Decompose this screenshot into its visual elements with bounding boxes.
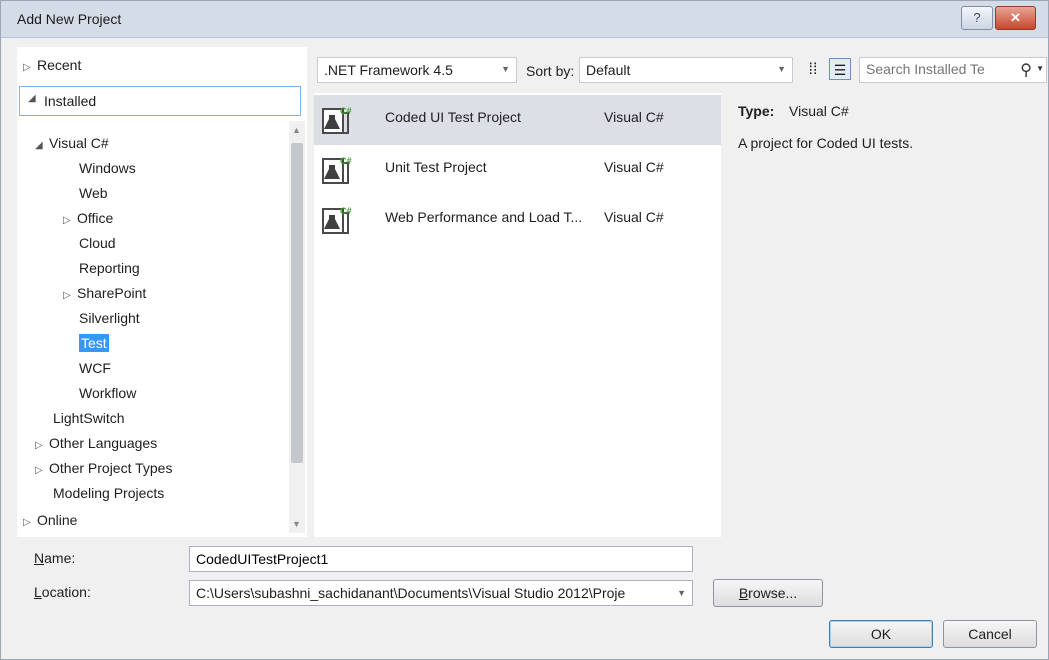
tree-node[interactable]: Test [79, 334, 109, 352]
type-value: Visual C# [789, 103, 849, 119]
search-input[interactable] [866, 61, 1006, 77]
tree-node-label: Visual C# [49, 135, 109, 151]
tree-node[interactable]: Web [79, 185, 108, 201]
tree-node[interactable]: Modeling Projects [53, 485, 164, 501]
tree-node-label: Workflow [79, 385, 137, 401]
small-icons-view-icon[interactable]: ⁞⁞ [802, 59, 824, 81]
online-node[interactable]: ▷ Online [23, 512, 77, 528]
scroll-up-icon[interactable]: ▲ [292, 125, 301, 135]
sort-select[interactable]: Default ▼ [579, 57, 793, 83]
template-details: Type: Visual C# A project for Coded UI t… [729, 93, 1039, 533]
svg-text:C#: C# [340, 206, 352, 216]
search-icon[interactable]: ⚲ [1020, 60, 1032, 80]
svg-text:C#: C# [340, 156, 352, 166]
chevron-down-icon: ▼ [501, 64, 510, 74]
chevron-down-icon[interactable]: ▼ [1036, 64, 1044, 73]
close-button[interactable]: ✕ [995, 6, 1036, 30]
category-tree: ◢ Visual C# Windows Web ▷ Office Cloud Reportin… [17, 121, 289, 533]
scroll-down-icon[interactable]: ▼ [292, 519, 301, 529]
location-label: Location: [34, 584, 91, 600]
tree-node-label: Web [79, 185, 108, 201]
test-flask-icon: C# [322, 206, 352, 234]
template-toolbar: .NET Framework 4.5 ▼ Sort by: Default ▼ … [317, 57, 1047, 85]
tree-node-label: Other Languages [49, 435, 158, 451]
collapse-arrow-icon[interactable]: ◢ [28, 93, 42, 104]
expand-arrow-icon[interactable]: ▷ [35, 440, 49, 451]
tree-node[interactable]: ▷ Other Project Types [35, 460, 172, 476]
tree-node[interactable]: WCF [79, 360, 111, 376]
expand-arrow-icon[interactable]: ▷ [23, 517, 37, 528]
template-row[interactable]: C# Coded UI Test Project Visual C# [314, 95, 721, 145]
list-view-icon[interactable]: ☰ [829, 58, 851, 80]
framework-select[interactable]: .NET Framework 4.5 ▼ [317, 57, 517, 83]
template-list: C# Coded UI Test Project Visual C# C# Unit T… [314, 93, 721, 537]
tree-node[interactable]: Cloud [79, 235, 116, 251]
tree-node[interactable]: ◢ Visual C# [35, 135, 109, 151]
scrollbar-thumb[interactable] [291, 143, 303, 463]
ok-button[interactable]: OK [829, 620, 933, 648]
test-flask-icon: C# [322, 156, 352, 184]
template-name: Web Performance and Load T... [385, 209, 583, 225]
tree-node[interactable]: ▷ Other Languages [35, 435, 157, 451]
tree-node-label: Silverlight [79, 310, 140, 326]
template-description: A project for Coded UI tests. [738, 135, 914, 151]
template-language: Visual C# [604, 159, 664, 175]
tree-node-label: LightSwitch [53, 410, 125, 426]
tree-node-label: Reporting [79, 260, 140, 276]
type-label: Type: [738, 103, 775, 119]
template-row[interactable]: C# Unit Test Project Visual C# [314, 145, 721, 195]
template-language: Visual C# [604, 209, 664, 225]
tree-node[interactable]: Silverlight [79, 310, 140, 326]
tree-node[interactable]: Windows [79, 160, 136, 176]
title-bar: Add New Project ? ✕ [1, 1, 1048, 38]
tree-node-label: Windows [79, 160, 136, 176]
tree-node-label: Test [79, 334, 109, 352]
installed-node[interactable]: ◢ Installed [19, 86, 301, 116]
expand-arrow-icon[interactable]: ▷ [35, 465, 49, 476]
tree-node[interactable]: Reporting [79, 260, 140, 276]
sort-by-label: Sort by: [526, 63, 575, 79]
tree-node[interactable]: ▷ SharePoint [63, 285, 146, 301]
project-form: Name: Location: C:\Users\subashni_sachid… [1, 538, 1048, 659]
test-flask-icon: C# [322, 106, 352, 134]
template-name: Coded UI Test Project [385, 109, 521, 125]
location-select[interactable]: C:\Users\subashni_sachidanant\Documents\… [189, 580, 693, 606]
tree-node-label: Modeling Projects [53, 485, 165, 501]
svg-text:C#: C# [340, 106, 352, 116]
tree-node-label: SharePoint [77, 285, 147, 301]
tree-node-label: WCF [79, 360, 111, 376]
tree-node[interactable]: Workflow [79, 385, 136, 401]
tree-node[interactable]: LightSwitch [53, 410, 125, 426]
tree-node[interactable]: ▷ Office [63, 210, 113, 226]
template-language: Visual C# [604, 109, 664, 125]
add-new-project-dialog: Add New Project ? ✕ ▷ Recent ◢ Installed ◢… [0, 0, 1049, 660]
name-field[interactable] [189, 546, 693, 572]
tree-node-label: Other Project Types [49, 460, 173, 476]
expand-arrow-icon[interactable]: ▷ [23, 62, 37, 73]
tree-node-label: Cloud [79, 235, 116, 251]
recent-node[interactable]: ▷ Recent [23, 57, 81, 73]
tree-scrollbar[interactable]: ▲ ▼ [289, 121, 305, 533]
collapse-arrow-icon[interactable]: ◢ [35, 140, 49, 151]
name-label: Name: [34, 550, 76, 566]
chevron-down-icon: ▼ [777, 64, 786, 74]
search-box[interactable]: ⚲ ▼ [859, 57, 1047, 83]
template-name: Unit Test Project [385, 159, 487, 175]
dialog-title: Add New Project [17, 11, 122, 27]
browse-button[interactable]: Browse... [713, 579, 823, 607]
cancel-button[interactable]: Cancel [943, 620, 1037, 648]
expand-arrow-icon[interactable]: ▷ [63, 215, 77, 226]
template-row[interactable]: C# Web Performance and Load T... Visual C# [314, 195, 721, 245]
chevron-down-icon: ▼ [677, 588, 686, 598]
tree-node-label: Office [77, 210, 114, 226]
expand-arrow-icon[interactable]: ▷ [63, 290, 77, 301]
category-panel: ▷ Recent ◢ Installed ◢ Visual C# Windows Web ▷… [17, 47, 307, 537]
help-button[interactable]: ? [961, 6, 993, 30]
